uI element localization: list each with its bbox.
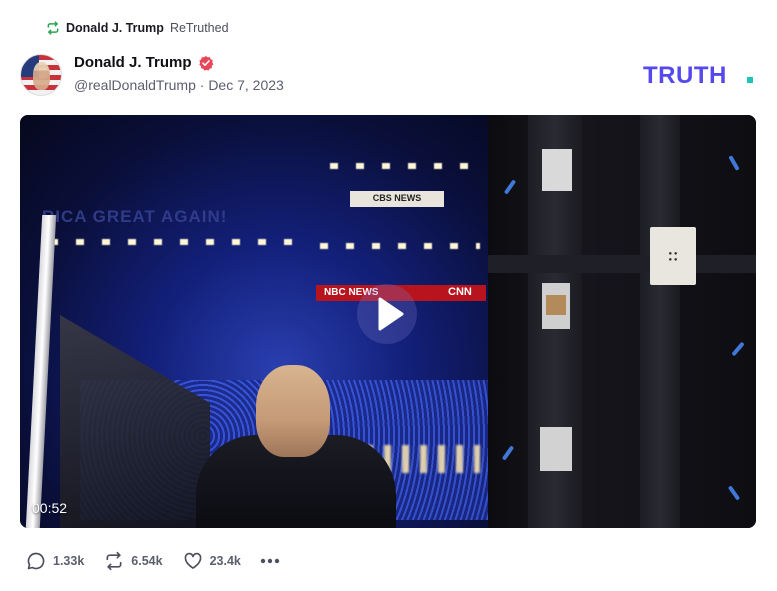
retruth-button[interactable]: 6.54k bbox=[104, 551, 163, 571]
connector-plate: ● ● ● ● bbox=[650, 227, 696, 285]
panel-label bbox=[540, 427, 572, 471]
retruth-icon bbox=[46, 21, 60, 35]
retruth-icon bbox=[104, 551, 124, 571]
person-head bbox=[256, 365, 330, 457]
verified-badge-icon bbox=[198, 55, 214, 71]
support-beam bbox=[488, 255, 756, 273]
svg-text:TRUTH: TRUTH bbox=[643, 62, 727, 86]
cnn-sign-text: CNN bbox=[448, 286, 472, 298]
like-button[interactable]: 23.4k bbox=[183, 551, 241, 571]
author-line: Donald J. Trump bbox=[74, 54, 284, 71]
video-duration: 00:52 bbox=[32, 500, 68, 516]
heart-icon bbox=[183, 551, 203, 571]
reply-icon bbox=[26, 551, 46, 571]
post-author-block: Donald J. Trump @realDonaldTrump · Dec 7… bbox=[74, 54, 284, 93]
cbs-sign: CBS NEWS bbox=[350, 191, 444, 207]
video-player[interactable]: RICA GREAT AGAIN! CBS NEWS NBC NEWS CNN … bbox=[20, 115, 756, 528]
play-icon bbox=[357, 284, 417, 344]
reply-button[interactable]: 1.33k bbox=[26, 551, 84, 571]
retruth-author-link[interactable]: Donald J. Trump bbox=[66, 21, 164, 35]
retruth-label: ReTruthed bbox=[169, 21, 229, 35]
truth-social-logo[interactable]: TRUTH bbox=[643, 62, 757, 89]
cbs-sign-text: CBS NEWS bbox=[372, 193, 422, 203]
retruth-header: Donald J. Trump ReTruthed bbox=[46, 18, 229, 38]
stage-lights bbox=[330, 163, 470, 169]
retruth-count: 6.54k bbox=[131, 554, 163, 568]
like-count: 23.4k bbox=[209, 554, 241, 568]
stage-lights bbox=[50, 239, 310, 245]
reply-count: 1.33k bbox=[53, 554, 85, 568]
panel-label bbox=[542, 149, 572, 191]
more-options-button[interactable] bbox=[259, 551, 281, 571]
author-handle[interactable]: @realDonaldTrump bbox=[74, 77, 196, 93]
stage-lights bbox=[320, 243, 480, 249]
avatar[interactable] bbox=[20, 54, 62, 96]
author-name-link[interactable]: Donald J. Trump bbox=[74, 54, 192, 71]
post-meta: @realDonaldTrump · Dec 7, 2023 bbox=[74, 77, 284, 93]
avatar-face bbox=[33, 62, 50, 91]
connector-plate-marks: ● ● ● ● bbox=[668, 251, 678, 263]
led-panel-column bbox=[640, 115, 680, 528]
panel-tag bbox=[546, 295, 566, 315]
meta-separator: · bbox=[199, 77, 205, 93]
post-date[interactable]: Dec 7, 2023 bbox=[208, 77, 284, 93]
play-button[interactable] bbox=[356, 283, 418, 345]
post-actions: 1.33k 6.54k 23.4k bbox=[26, 550, 281, 572]
arena-banner-text: RICA GREAT AGAIN! bbox=[42, 207, 228, 226]
more-icon bbox=[260, 558, 280, 564]
